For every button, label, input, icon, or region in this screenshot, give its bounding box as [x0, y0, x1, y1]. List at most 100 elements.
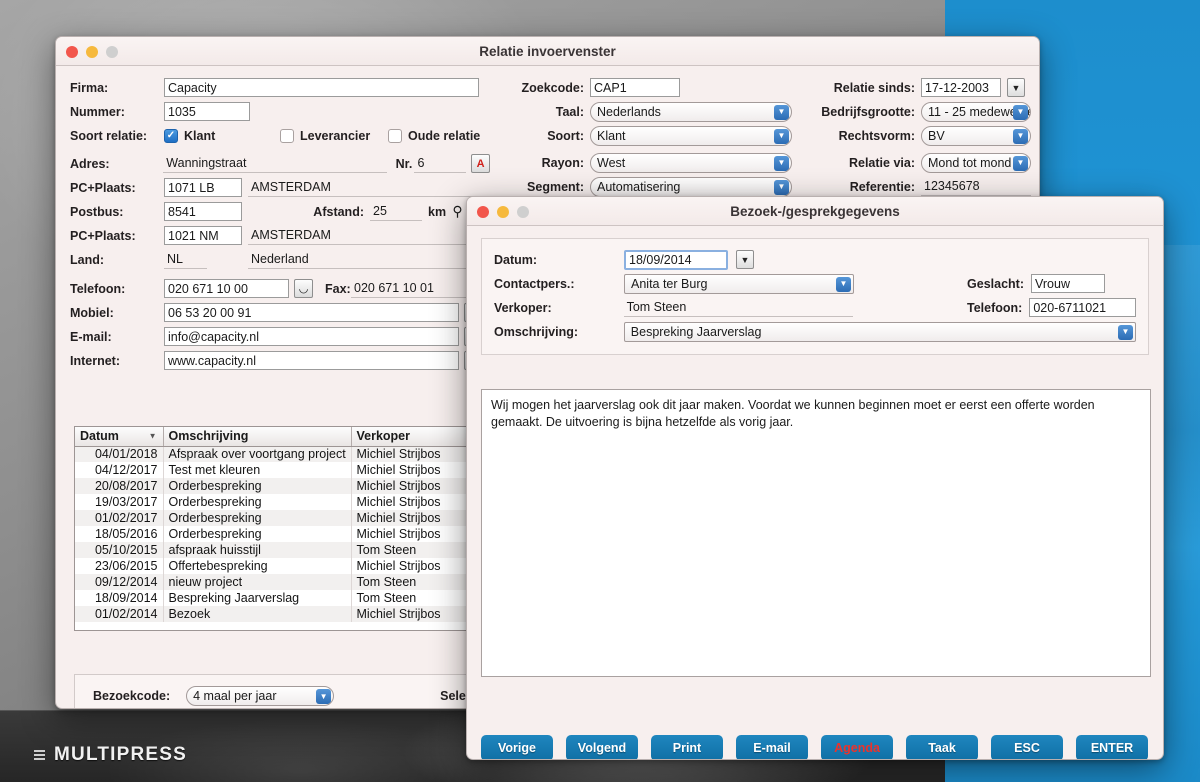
label-land: Land:	[70, 252, 105, 267]
label-firma: Firma:	[70, 80, 109, 95]
cell-datum: 18/09/2014	[75, 590, 164, 606]
dialog-agenda-button[interactable]: Agenda	[821, 735, 893, 759]
calendar-dropdown-icon[interactable]: ▼	[736, 250, 754, 269]
label-fax: Fax:	[325, 281, 351, 296]
memo-textarea[interactable]: Wij mogen het jaarverslag ook dit jaar m…	[481, 389, 1151, 677]
select-rechtsvorm[interactable]: BV ▼	[921, 125, 1031, 146]
back-right-column: Relatie sinds: 17-12-2003 ▼ Bedrijfsgroo…	[816, 76, 1031, 199]
field-referentie: Referentie: 12345678	[816, 175, 1031, 198]
select-contactpers[interactable]: Anita ter Burg ▼	[624, 273, 854, 294]
select-soort-value: Klant	[597, 128, 626, 143]
input-postbus[interactable]: 8541	[164, 202, 242, 221]
field-telefoon: Telefoon: 020 671 10 00 ◡ Fax: 020 671 1…	[70, 277, 490, 300]
input-referentie[interactable]: 12345678	[921, 177, 1031, 196]
label-bezoekcode: Bezoekcode:	[93, 689, 171, 703]
field-bedrijfsgrootte: Bedrijfsgrootte: 11 - 25 medewerkers ▼	[816, 100, 1031, 123]
input-verkoper[interactable]: Tom Steen	[623, 298, 853, 317]
field-firma: Firma: Capacity	[70, 76, 490, 99]
minimize-icon[interactable]	[497, 206, 509, 218]
cell-datum: 04/01/2018	[75, 446, 164, 462]
close-icon[interactable]	[477, 206, 489, 218]
minimize-icon[interactable]	[86, 46, 98, 58]
checkbox-oude-relatie[interactable]: Oude relatie	[388, 128, 480, 143]
cell-omschrijving: Bezoek	[163, 606, 352, 622]
input-internet[interactable]: www.capacity.nl	[164, 351, 459, 370]
checkbox-klant[interactable]: ✓ Klant	[164, 128, 280, 143]
label-relatie-sinds: Relatie sinds:	[833, 80, 915, 95]
select-rayon[interactable]: West ▼	[590, 152, 792, 173]
select-bedrijfsgrootte[interactable]: 11 - 25 medewerkers ▼	[921, 101, 1031, 122]
dialog-volgend-button[interactable]: Volgend	[566, 735, 638, 759]
label-rayon: Rayon:	[541, 155, 584, 170]
input-plaats-2[interactable]: AMSTERDAM	[248, 226, 478, 245]
label-afstand: Afstand:	[313, 204, 364, 219]
map-route-icon[interactable]: ⚲	[448, 202, 467, 221]
chevron-down-icon: ▼	[774, 128, 789, 144]
dialog-enter-button[interactable]: ENTER	[1076, 735, 1148, 759]
chevron-down-icon: ▼	[774, 104, 789, 120]
label-nummer: Nummer:	[70, 104, 125, 119]
input-relatie-sinds[interactable]: 17-12-2003	[921, 78, 1001, 97]
input-geslacht[interactable]: Vrouw	[1031, 274, 1105, 293]
cell-datum: 05/10/2015	[75, 542, 164, 558]
label-postbus: Postbus:	[70, 204, 124, 219]
back-window-titlebar[interactable]: Relatie invoervenster	[56, 37, 1039, 66]
column-header-omschrijving[interactable]: Omschrijving	[163, 427, 352, 447]
dialog-print-button[interactable]: Print	[651, 735, 723, 759]
chevron-down-icon: ▼	[148, 431, 157, 441]
label-adres: Adres:	[70, 156, 110, 171]
input-landnaam[interactable]: Nederland	[248, 250, 478, 269]
dialog-esc-button[interactable]: ESC	[991, 735, 1063, 759]
input-firma[interactable]: Capacity	[164, 78, 479, 97]
input-nr[interactable]: 6	[414, 154, 467, 173]
field-segment: Segment: Automatisering ▼	[508, 175, 808, 198]
dialog-email-button[interactable]: E-mail	[736, 735, 808, 759]
close-icon[interactable]	[66, 46, 78, 58]
maximize-icon[interactable]	[106, 46, 118, 58]
field-contactpers: Contactpers.: Anita ter Burg ▼ Geslacht:…	[494, 272, 1136, 295]
input-telefoon[interactable]: 020 671 10 00	[164, 279, 289, 298]
column-header-datum[interactable]: Datum ▼	[75, 427, 164, 447]
cell-omschrijving: afspraak huisstijl	[163, 542, 352, 558]
select-taal-value: Nederlands	[597, 104, 661, 119]
cell-omschrijving: Orderbespreking	[163, 526, 352, 542]
input-datum[interactable]: 18/09/2014	[624, 249, 728, 270]
dialog-taak-button[interactable]: Taak	[906, 735, 978, 759]
input-afstand[interactable]: 25	[370, 202, 422, 221]
address-lookup-icon[interactable]: A	[471, 154, 491, 173]
field-relatie-sinds: Relatie sinds: 17-12-2003 ▼	[816, 76, 1031, 99]
select-segment[interactable]: Automatisering ▼	[590, 176, 792, 197]
front-dialog-titlebar[interactable]: Bezoek-/gesprekgegevens	[467, 197, 1163, 226]
cell-datum: 18/05/2016	[75, 526, 164, 542]
maximize-icon[interactable]	[517, 206, 529, 218]
field-datum: Datum: 18/09/2014 ▼	[494, 248, 1136, 271]
field-soort: Soort: Klant ▼	[508, 124, 808, 147]
input-nummer[interactable]: 1035	[164, 102, 250, 121]
field-postbus: Postbus: 8541 Afstand: 25 km ⚲	[70, 200, 490, 223]
input-postcode-2[interactable]: 1021 NM	[164, 226, 242, 245]
cell-datum: 04/12/2017	[75, 462, 164, 478]
select-soort[interactable]: Klant ▼	[590, 125, 792, 146]
input-adres[interactable]: Wanningstraat	[163, 154, 387, 173]
input-plaats-1[interactable]: AMSTERDAM	[248, 178, 478, 197]
select-taal[interactable]: Nederlands ▼	[590, 101, 792, 122]
cell-datum: 01/02/2017	[75, 510, 164, 526]
select-omschrijving[interactable]: Bespreking Jaarverslag ▼	[623, 321, 1136, 342]
input-landcode[interactable]: NL	[164, 250, 207, 269]
select-relatie-via[interactable]: Mond tot mond ▼	[921, 152, 1031, 173]
label-pcplaats-1: PC+Plaats:	[70, 180, 136, 195]
input-mobiel[interactable]: 06 53 20 00 91	[164, 303, 459, 322]
checkbox-leverancier[interactable]: Leverancier	[280, 128, 388, 143]
input-email[interactable]: info@capacity.nl	[164, 327, 459, 346]
input-postcode-1[interactable]: 1071 LB	[164, 178, 242, 197]
bezoek-gesprekgegevens-dialog[interactable]: Bezoek-/gesprekgegevens Datum: 18/09/201…	[466, 196, 1164, 760]
input-zoekcode[interactable]: CAP1	[590, 78, 680, 97]
select-bezoekcode[interactable]: 4 maal per jaar ▼	[186, 686, 335, 706]
input-telefoon-front[interactable]: 020-6711021	[1029, 298, 1136, 317]
phone-dial-icon[interactable]: ◡	[294, 279, 313, 298]
checkbox-leverancier-label: Leverancier	[300, 128, 371, 143]
cell-omschrijving: Bespreking Jaarverslag	[163, 590, 352, 606]
calendar-dropdown-icon[interactable]: ▼	[1007, 78, 1025, 97]
dialog-vorige-button[interactable]: Vorige	[481, 735, 553, 759]
chevron-down-icon: ▼	[1013, 104, 1028, 120]
